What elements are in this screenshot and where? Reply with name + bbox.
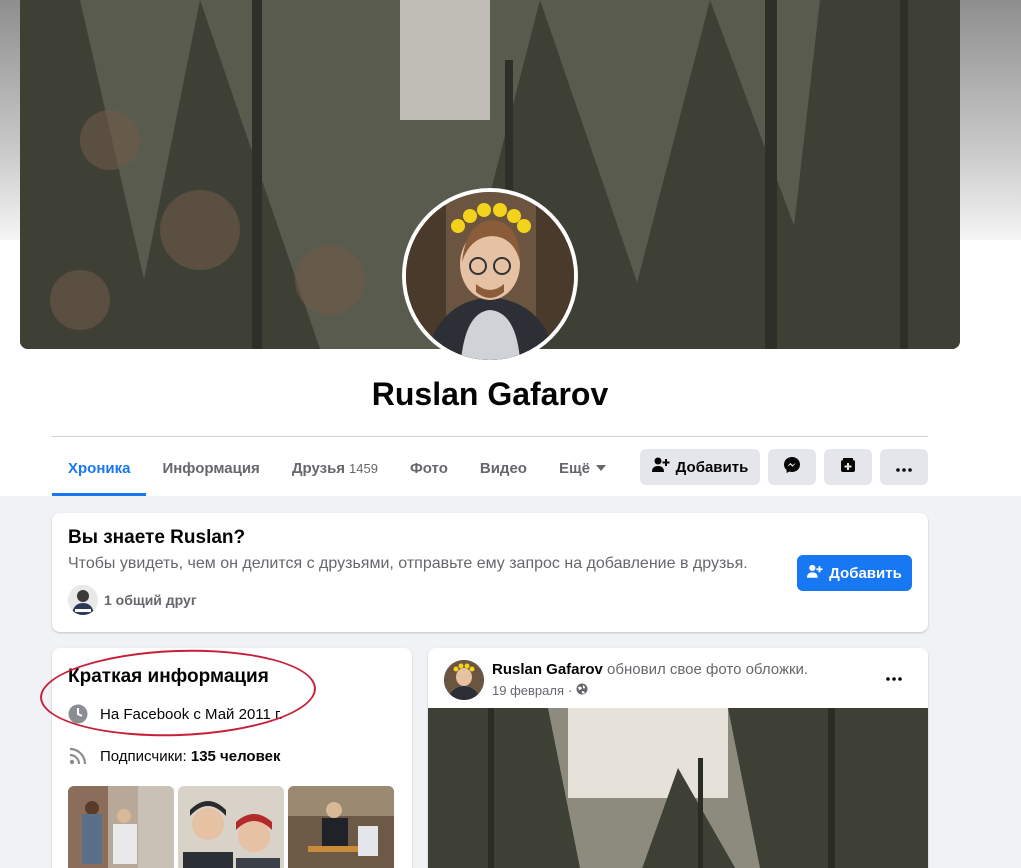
- tab-videos[interactable]: Видео: [464, 440, 543, 496]
- tab-more[interactable]: Ещё: [543, 440, 622, 496]
- tab-label: Ещё: [558, 459, 590, 477]
- more-dots-icon: [886, 668, 902, 686]
- meta-separator: ·: [568, 683, 573, 698]
- header-divider: [52, 436, 928, 437]
- mutual-friends-label: 1 общий друг: [104, 592, 197, 608]
- photo-thumbnail[interactable]: [68, 786, 174, 868]
- messenger-button[interactable]: [768, 449, 816, 485]
- friends-count: 1459: [349, 460, 378, 476]
- tab-label: Информация: [162, 459, 260, 477]
- followers-text: Подписчики: 135 человек: [100, 748, 280, 765]
- follow-button[interactable]: [824, 449, 872, 485]
- joined-row: На Facebook с Май 2011 г.: [68, 704, 283, 724]
- suggestion-title: Вы знаете Ruslan?: [68, 527, 246, 548]
- post-options-button[interactable]: [876, 662, 912, 692]
- add-friend-button[interactable]: Добавить: [640, 449, 760, 485]
- tab-label: Друзья: [291, 459, 346, 477]
- post-header: Ruslan Gafarov обновил свое фото обложки…: [492, 661, 808, 678]
- suggestion-description: Чтобы увидеть, чем он делится с друзьями…: [68, 555, 748, 572]
- profile-actions: Добавить: [640, 449, 928, 485]
- add-friend-label: Добавить: [829, 564, 902, 582]
- caret-down-icon: [595, 465, 606, 471]
- profile-name: Ruslan Gafarov: [371, 376, 609, 412]
- followers-label: Подписчики:: [100, 747, 191, 765]
- post-meta: 19 февраля ·: [492, 683, 588, 698]
- mutual-friends[interactable]: 1 общий друг: [68, 585, 197, 615]
- add-friend-label: Добавить: [675, 458, 749, 476]
- post-image[interactable]: [428, 708, 928, 868]
- tab-friends[interactable]: Друзья 1459: [276, 440, 394, 496]
- rss-icon: [68, 746, 88, 766]
- intro-title: Краткая информация: [68, 666, 269, 687]
- friend-suggestion-card: Вы знаете Ruslan? Чтобы увидеть, чем он …: [52, 513, 928, 632]
- tab-timeline[interactable]: Хроника: [52, 440, 147, 496]
- photo-thumbnail[interactable]: [178, 786, 284, 868]
- tab-label: Фото: [409, 459, 448, 477]
- add-friend-icon: [651, 457, 670, 477]
- profile-tabs: Хроника Информация Друзья 1459 Фото Видео…: [52, 440, 622, 496]
- add-friend-icon: [807, 564, 823, 583]
- post-action-text: обновил свое фото обложки.: [602, 661, 809, 678]
- clock-icon: [68, 704, 88, 724]
- intro-card: Краткая информация На Facebook с Май 201…: [52, 648, 412, 868]
- photo-thumbnail[interactable]: [288, 786, 394, 868]
- tab-label: Хроника: [68, 459, 131, 477]
- post-date[interactable]: 19 февраля: [492, 683, 564, 698]
- tab-photos[interactable]: Фото: [394, 440, 464, 496]
- post-card: Ruslan Gafarov обновил свое фото обложки…: [428, 648, 928, 868]
- follow-icon: [840, 457, 856, 477]
- followers-row[interactable]: Подписчики: 135 человек: [68, 746, 280, 766]
- post-author-name[interactable]: Ruslan Gafarov: [492, 661, 603, 678]
- globe-icon: [576, 683, 588, 698]
- avatar-image: [406, 192, 574, 360]
- profile-avatar[interactable]: [402, 188, 578, 364]
- messenger-icon: [783, 456, 801, 478]
- tab-label: Видео: [479, 459, 527, 477]
- mutual-friend-avatar: [68, 585, 98, 615]
- more-options-button[interactable]: [880, 449, 928, 485]
- post-author-avatar[interactable]: [444, 660, 484, 700]
- photo-grid: [68, 786, 394, 868]
- tab-about[interactable]: Информация: [146, 440, 275, 496]
- followers-value: 135 человек: [190, 747, 281, 765]
- more-dots-icon: [896, 459, 912, 476]
- joined-text: На Facebook с Май 2011 г.: [100, 705, 283, 723]
- add-friend-primary-button[interactable]: Добавить: [797, 555, 912, 591]
